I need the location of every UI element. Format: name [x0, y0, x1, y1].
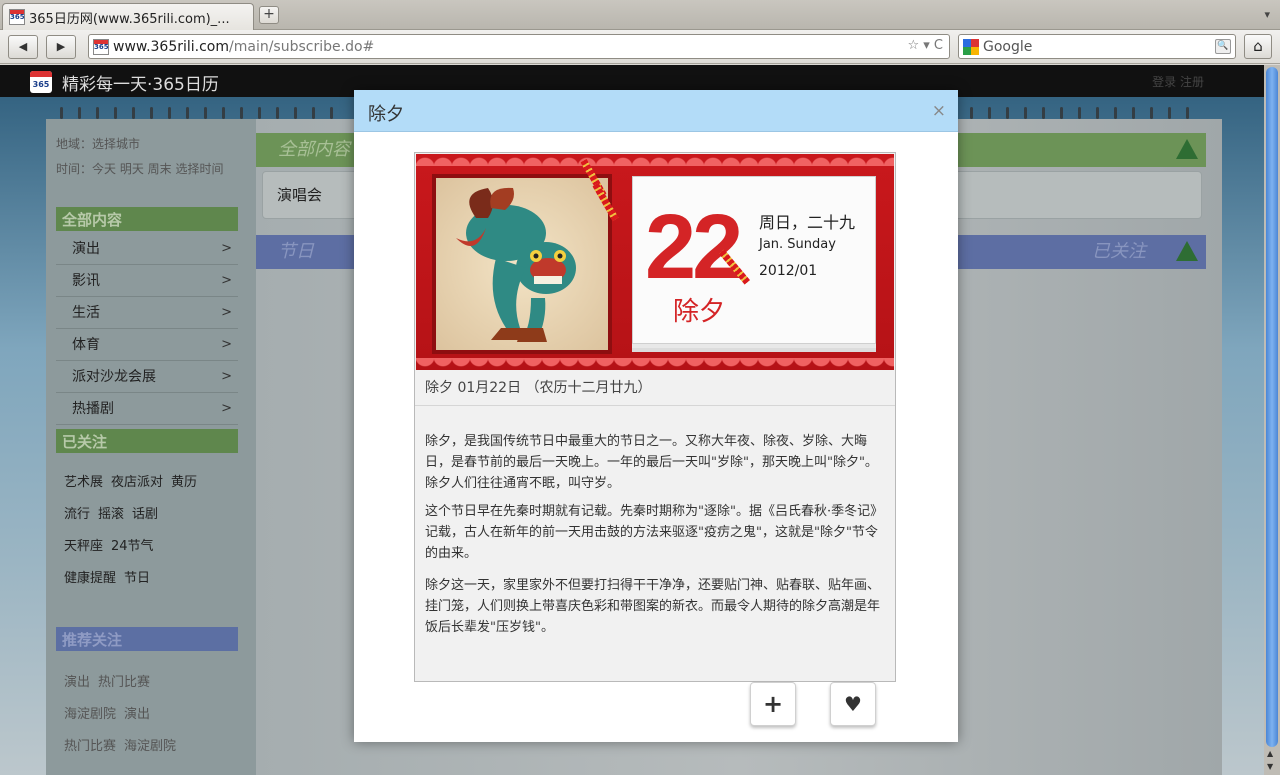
sidebar-item-shows[interactable]: 演出 > — [56, 233, 238, 265]
sidebar-item-life[interactable]: 生活 > — [56, 297, 238, 329]
followed-tag[interactable]: 天秤座 — [64, 535, 103, 554]
divider — [415, 405, 895, 406]
url-favicon-icon: 365 — [93, 38, 109, 55]
dialog-title: 除夕 — [368, 104, 404, 125]
sidebar-item-label: 影讯 — [72, 273, 100, 289]
browser-tab-bar: 365 365日历网(www.365rili.com)_... + ▾ — [0, 0, 1280, 30]
recommend-tag[interactable]: 热门比赛 — [98, 671, 150, 690]
calendar-year-month: 2012/01 — [759, 263, 818, 279]
followed-tag[interactable]: 话剧 — [132, 503, 158, 522]
all-content-heading[interactable]: 全部内容 — [56, 207, 238, 231]
calendar-festival-name: 除夕 — [673, 297, 726, 327]
recommend-tags-row: 海淀剧院 演出 — [64, 703, 150, 722]
recommend-tag[interactable]: 演出 — [64, 671, 90, 690]
tree-icon[interactable] — [1176, 139, 1198, 159]
followed-tags-row: 艺术展 夜店派对 黄历 — [64, 471, 197, 490]
holiday-band-label: 节日 — [278, 241, 314, 262]
browser-tab[interactable]: 365 365日历网(www.365rili.com)_... — [2, 3, 254, 30]
description-paragraph: 这个节日早在先秦时期就有记载。先秦时期称为"逐除"。据《吕氏春秋·季冬记》记载，… — [425, 504, 884, 561]
holiday-detail-dialog: 除夕 × 22 周日，二十九 Jan. Sunday 2012/01 除夕 除夕… — [354, 90, 958, 742]
scroll-up-icon[interactable]: ▲ — [1267, 749, 1273, 758]
holiday-date-line: 除夕 01月22日 （农历十二月廿九） — [425, 380, 652, 396]
chevron-right-icon: > — [221, 337, 232, 352]
recommend-tags-row: 热门比赛 海淀剧院 — [64, 735, 176, 754]
description-paragraph: 除夕，是我国传统节日中最重大的节日之一。又称大年夜、除夜、岁除、大晦日，是春节前… — [425, 434, 878, 491]
chevron-right-icon: > — [221, 401, 232, 416]
sidebar-item-sports[interactable]: 体育 > — [56, 329, 238, 361]
url-domain: www.365rili.com — [113, 38, 230, 55]
google-icon — [963, 38, 979, 55]
region-filter[interactable]: 地域：选择城市 — [56, 135, 140, 152]
search-bar[interactable]: Google 🔍 — [958, 34, 1236, 59]
calendar-weekday-lunar: 周日，二十九 — [759, 213, 856, 232]
sidebar-item-label: 生活 — [72, 305, 100, 321]
lion-illustration-icon — [456, 187, 576, 342]
site-favicon-icon: 365 — [9, 9, 25, 25]
favorite-heart-button[interactable]: ♥ — [830, 682, 876, 726]
recommend-tag[interactable]: 海淀剧院 — [64, 703, 116, 722]
lion-dance-image — [432, 174, 612, 354]
followed-tag[interactable]: 夜店派对 — [111, 471, 163, 490]
url-path: /main/subscribe.do# — [229, 38, 375, 55]
holiday-card: 22 周日，二十九 Jan. Sunday 2012/01 除夕 除夕 01月2… — [414, 152, 896, 682]
recommend-tags-row: 演出 热门比赛 — [64, 671, 150, 690]
chevron-right-icon: > — [221, 369, 232, 384]
followed-tag[interactable]: 节日 — [124, 567, 150, 586]
followed-tag[interactable]: 黄历 — [171, 471, 197, 490]
search-go-icon[interactable]: 🔍 — [1215, 39, 1231, 54]
recommend-tag[interactable]: 海淀剧院 — [124, 735, 176, 754]
new-tab-button[interactable]: + — [259, 6, 279, 24]
forward-button[interactable]: ▶ — [46, 35, 76, 59]
followed-status[interactable]: 已关注 — [1092, 235, 1146, 269]
tab-list-icon[interactable]: ▾ — [1264, 8, 1270, 21]
site-logo[interactable]: 365 — [30, 71, 52, 93]
time-filter[interactable]: 时间：今天 明天 周末 选择时间 — [56, 161, 228, 177]
site-name[interactable]: 精彩每一天·365日历 — [62, 70, 219, 95]
description-paragraph: 除夕这一天，家里家外不但要打扫得干干净净，还要贴门神、贴春联、贴年画、挂门笼，人… — [425, 578, 881, 635]
followed-tags-row: 健康提醒 节日 — [64, 567, 150, 586]
recommend-tag[interactable]: 热门比赛 — [64, 735, 116, 754]
scrollbar-thumb[interactable] — [1266, 67, 1278, 747]
home-button[interactable]: ⌂ — [1244, 34, 1272, 59]
holiday-banner: 22 周日，二十九 Jan. Sunday 2012/01 除夕 — [416, 154, 894, 370]
bookmark-reload-icons[interactable]: ☆ ▾ C — [907, 38, 943, 53]
close-icon[interactable]: × — [932, 101, 946, 121]
scroll-down-icon[interactable]: ▼ — [1267, 762, 1273, 771]
tab-title: 365日历网(www.365rili.com)_... — [29, 11, 230, 27]
all-content-band-label: 全部内容 — [278, 139, 350, 160]
followed-tag[interactable]: 摇滚 — [98, 503, 124, 522]
browser-nav-bar: ◀ ▶ 365 www.365rili.com/main/subscribe.d… — [0, 30, 1280, 64]
page-scrollbar[interactable]: ▲ ▼ — [1264, 65, 1280, 775]
tree-icon[interactable] — [1176, 241, 1198, 261]
sidebar: 地域：选择城市 时间：今天 明天 周末 选择时间 全部内容 演出 > 影讯 > 生活… — [46, 119, 256, 775]
site-user-links[interactable]: 登录 注册 — [1152, 73, 1204, 90]
add-subscribe-button[interactable]: + — [750, 682, 796, 726]
recommend-heading: 推荐关注 — [56, 627, 238, 651]
search-engine-label: Google — [983, 38, 1033, 55]
dialog-header: 除夕 × — [354, 90, 958, 132]
calendar-day: 22 — [645, 196, 743, 298]
chevron-right-icon: > — [221, 241, 232, 256]
sidebar-item-movies[interactable]: 影讯 > — [56, 265, 238, 297]
address-bar[interactable]: 365 www.365rili.com/main/subscribe.do# ☆… — [88, 34, 950, 59]
followed-tags-row: 流行 摇滚 话剧 — [64, 503, 158, 522]
followed-tag[interactable]: 24节气 — [111, 535, 154, 554]
followed-tag[interactable]: 健康提醒 — [64, 567, 116, 586]
calendar-page: 22 周日，二十九 Jan. Sunday 2012/01 除夕 — [632, 176, 876, 344]
followed-tag[interactable]: 流行 — [64, 503, 90, 522]
followed-tag[interactable]: 艺术展 — [64, 471, 103, 490]
chevron-right-icon: > — [221, 273, 232, 288]
sidebar-item-label: 演出 — [72, 241, 100, 257]
recommend-tag[interactable]: 演出 — [124, 703, 150, 722]
sidebar-item-party[interactable]: 派对沙龙会展 > — [56, 361, 238, 393]
followed-tags-row: 天秤座 24节气 — [64, 535, 154, 554]
sidebar-item-tv[interactable]: 热播剧 > — [56, 393, 238, 425]
sidebar-item-label: 热播剧 — [72, 401, 114, 417]
sidebar-item-label: 体育 — [72, 337, 100, 353]
calendar-english-day: Jan. Sunday — [759, 237, 836, 252]
chevron-right-icon: > — [221, 305, 232, 320]
back-button[interactable]: ◀ — [8, 35, 38, 59]
followed-heading: 已关注 — [56, 429, 238, 453]
sidebar-item-label: 派对沙龙会展 — [72, 369, 156, 385]
